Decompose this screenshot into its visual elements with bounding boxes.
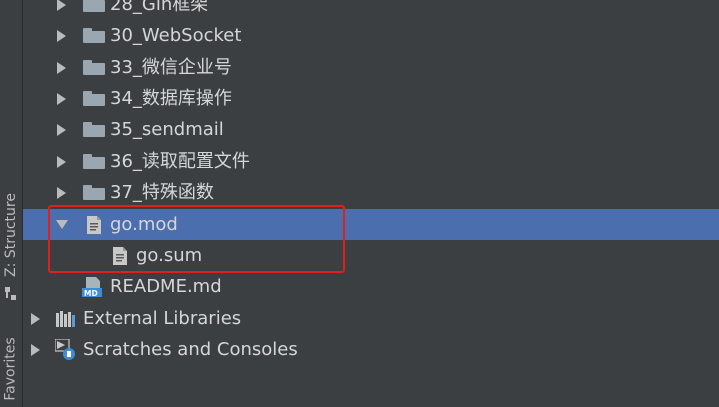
tree-item-label: Scratches and Consoles [83, 339, 298, 360]
favorites-tab-label: Favorites [3, 336, 19, 401]
chevron-right-icon[interactable] [57, 61, 66, 74]
tree-item-label: 34_数据库操作 [110, 88, 232, 109]
tree-item-label: 30_WebSocket [110, 25, 242, 46]
folder-icon [83, 91, 105, 106]
chevron-right-icon[interactable] [57, 92, 66, 105]
tree-item[interactable]: 33_微信企业号 [23, 52, 719, 83]
structure-icon[interactable] [0, 283, 22, 305]
chevron-right-icon[interactable] [57, 29, 66, 42]
tree-item-label: README.md [110, 276, 222, 297]
tree-item-label: 37_特殊函数 [110, 182, 214, 203]
tree-item-label: go.mod [110, 214, 178, 235]
chevron-right-icon[interactable] [57, 123, 66, 136]
tree-item[interactable]: External Libraries [23, 303, 719, 334]
svg-text:MD: MD [84, 289, 98, 297]
chevron-right-icon[interactable] [57, 0, 66, 11]
tree-item-label: 35_sendmail [110, 119, 224, 140]
tree-item-label: 36_读取配置文件 [110, 151, 250, 172]
libraries-icon [56, 310, 75, 327]
tree-item[interactable]: 30_WebSocket [23, 20, 719, 51]
tree-item-label: External Libraries [83, 308, 242, 329]
chevron-right-icon[interactable] [57, 155, 66, 168]
folder-icon [83, 28, 105, 43]
tree-item-label: 28_Gin框架 [110, 0, 209, 15]
folder-icon [83, 0, 105, 12]
folder-icon [83, 154, 105, 169]
project-tool-window: Z: Structure Favorites 28_Gin框架 30_WebSo… [0, 0, 719, 407]
tree-item[interactable]: 36_读取配置文件 [23, 146, 719, 177]
tree-item-selected[interactable]: go.mod [23, 209, 719, 240]
chevron-right-icon[interactable] [31, 312, 40, 325]
tree-item-label: 33_微信企业号 [110, 57, 232, 78]
markdown-file-icon: MD [82, 276, 102, 297]
tree-item[interactable]: Scratches and Consoles [23, 334, 719, 365]
structure-tab-label: Z: Structure [3, 193, 20, 277]
tree-item[interactable]: go.sum [23, 240, 719, 271]
chevron-right-icon[interactable] [57, 186, 66, 199]
tree-item-label: go.sum [136, 245, 203, 266]
folder-icon [83, 185, 105, 200]
scratches-icon [55, 338, 75, 360]
folder-icon [83, 122, 105, 137]
project-tree: 28_Gin框架 30_WebSocket 33_微信企业号 34_数据库操作 … [23, 0, 719, 407]
tree-item[interactable]: 34_数据库操作 [23, 83, 719, 114]
tree-item[interactable]: 37_特殊函数 [23, 177, 719, 208]
left-tool-strip: Z: Structure Favorites [0, 0, 23, 407]
go-sum-file-icon [113, 246, 127, 265]
tree-item[interactable]: MD README.md [23, 271, 719, 302]
tree-item[interactable]: 28_Gin框架 [23, 0, 719, 20]
tree-item[interactable]: 35_sendmail [23, 114, 719, 145]
go-mod-file-icon [87, 215, 101, 234]
chevron-right-icon[interactable] [31, 343, 40, 356]
chevron-down-icon[interactable] [56, 220, 68, 229]
folder-icon [83, 60, 105, 75]
structure-tab[interactable]: Z: Structure [0, 185, 22, 285]
favorites-tab[interactable]: Favorites [0, 330, 22, 407]
